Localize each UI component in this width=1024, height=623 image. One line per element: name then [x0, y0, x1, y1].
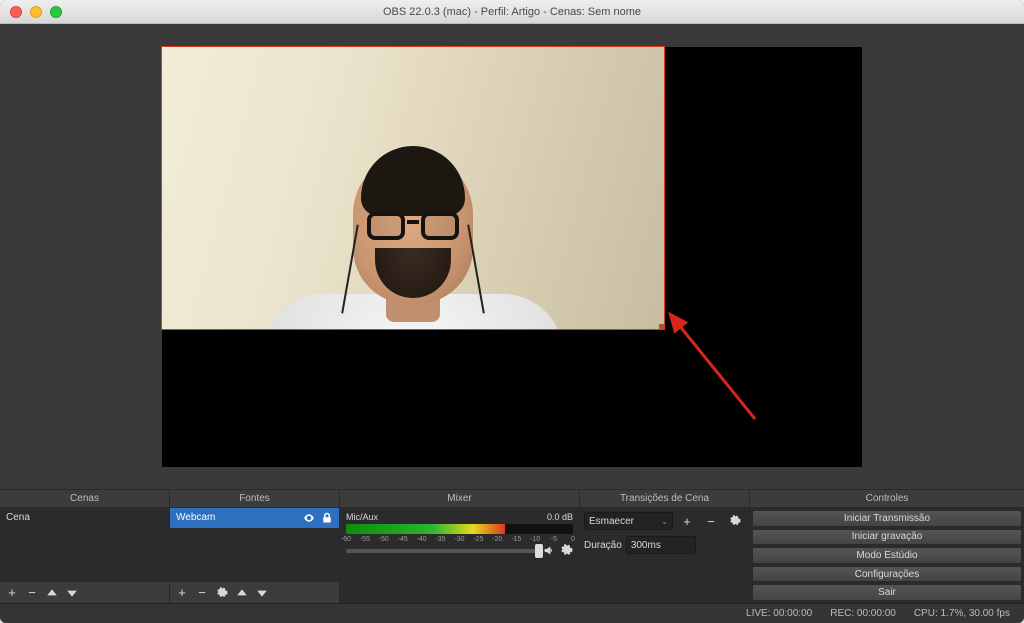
- source-item-label: Webcam: [176, 508, 215, 528]
- scene-down-button[interactable]: [62, 584, 82, 602]
- source-up-button[interactable]: [232, 584, 252, 602]
- source-down-button[interactable]: [252, 584, 272, 602]
- dock: Cenas Cena + − Fontes Webcam: [0, 489, 1024, 603]
- add-transition-button[interactable]: +: [677, 512, 697, 530]
- scenes-list[interactable]: Cena: [0, 508, 169, 581]
- start-recording-button[interactable]: Iniciar gravação: [752, 529, 1022, 546]
- status-live: LIVE: 00:00:00: [746, 608, 812, 619]
- panel-scenes: Cenas Cena + −: [0, 490, 170, 603]
- exit-button[interactable]: Sair: [752, 584, 1022, 601]
- add-scene-button[interactable]: +: [2, 584, 22, 602]
- panel-mixer: Mixer Mic/Aux 0.0 dB -60 -55: [340, 490, 580, 603]
- panel-controls: Controles Iniciar Transmissão Iniciar gr…: [750, 490, 1024, 603]
- scene-item-label: Cena: [6, 508, 30, 528]
- volume-slider[interactable]: [346, 549, 539, 553]
- mixer-channel: Mic/Aux 0.0 dB -60 -55 -50 -45 -40: [340, 508, 579, 557]
- window-title: OBS 22.0.3 (mac) - Perfil: Artigo - Cena…: [0, 6, 1024, 18]
- preview-area[interactable]: [0, 24, 1024, 489]
- settings-button[interactable]: Configurações: [752, 566, 1022, 583]
- source-item[interactable]: Webcam: [170, 508, 339, 528]
- panel-scenes-header: Cenas: [0, 490, 169, 508]
- status-cpu: CPU: 1.7%, 30.00 fps: [914, 608, 1010, 619]
- eye-icon[interactable]: [303, 512, 315, 524]
- resize-handle[interactable]: [660, 325, 664, 329]
- chevron-down-icon: ⌄: [661, 517, 668, 526]
- remove-scene-button[interactable]: −: [22, 584, 42, 602]
- controls-body: Iniciar Transmissão Iniciar gravação Mod…: [750, 508, 1024, 603]
- window-close-button[interactable]: [10, 6, 22, 18]
- scene-item[interactable]: Cena: [0, 508, 169, 528]
- duration-input[interactable]: 300ms: [626, 536, 696, 554]
- scenes-toolbar: + −: [0, 581, 169, 603]
- remove-transition-button[interactable]: −: [701, 512, 721, 530]
- start-streaming-button[interactable]: Iniciar Transmissão: [752, 510, 1022, 527]
- mixer-body: Mic/Aux 0.0 dB -60 -55 -50 -45 -40: [340, 508, 579, 603]
- window-traffic-lights: [10, 6, 62, 18]
- source-properties-button[interactable]: [212, 584, 232, 602]
- source-webcam-preview[interactable]: [162, 47, 664, 329]
- webcam-person: [283, 154, 543, 329]
- duration-label: Duração: [584, 540, 622, 551]
- window-maximize-button[interactable]: [50, 6, 62, 18]
- lock-icon[interactable]: [321, 512, 333, 524]
- panel-sources-header: Fontes: [170, 490, 339, 508]
- window-minimize-button[interactable]: [30, 6, 42, 18]
- panel-mixer-header: Mixer: [340, 490, 579, 508]
- panel-transitions: Transições de Cena Esmaecer ⌄ + − Duraçã…: [580, 490, 750, 603]
- panel-controls-header: Controles: [750, 490, 1024, 508]
- audio-meter: [346, 524, 573, 534]
- sources-toolbar: + −: [170, 581, 339, 603]
- transition-settings-button[interactable]: [725, 512, 745, 530]
- panel-sources: Fontes Webcam + −: [170, 490, 340, 603]
- add-source-button[interactable]: +: [172, 584, 192, 602]
- transition-select[interactable]: Esmaecer ⌄: [584, 512, 673, 530]
- app-window: OBS 22.0.3 (mac) - Perfil: Artigo - Cena…: [0, 0, 1024, 623]
- titlebar: OBS 22.0.3 (mac) - Perfil: Artigo - Cena…: [0, 0, 1024, 24]
- preview-canvas[interactable]: [162, 47, 862, 467]
- transitions-body: Esmaecer ⌄ + − Duração 300ms: [580, 508, 749, 603]
- scene-up-button[interactable]: [42, 584, 62, 602]
- transition-selected: Esmaecer: [589, 516, 634, 527]
- status-bar: LIVE: 00:00:00 REC: 00:00:00 CPU: 1.7%, …: [0, 603, 1024, 623]
- studio-mode-button[interactable]: Modo Estúdio: [752, 547, 1022, 564]
- remove-source-button[interactable]: −: [192, 584, 212, 602]
- status-rec: REC: 00:00:00: [830, 608, 896, 619]
- mixer-channel-name: Mic/Aux: [346, 512, 378, 522]
- panel-transitions-header: Transições de Cena: [580, 490, 749, 508]
- sources-list[interactable]: Webcam: [170, 508, 339, 581]
- volume-slider-thumb[interactable]: [535, 544, 543, 558]
- mixer-channel-level: 0.0 dB: [547, 512, 573, 522]
